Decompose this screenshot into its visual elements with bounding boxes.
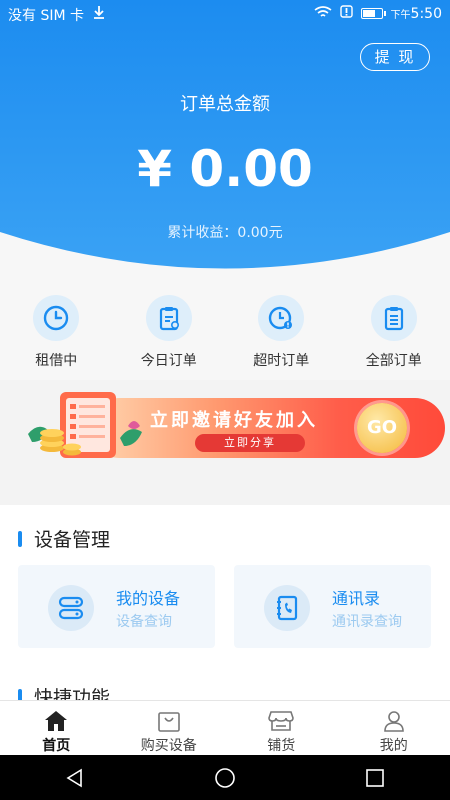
download-icon	[92, 5, 106, 23]
quick-label: 今日订单	[140, 353, 197, 369]
card-subtitle: 设备查询	[116, 614, 172, 630]
shopping-bag-icon	[157, 709, 181, 733]
quick-today-orders[interactable]: 今日订单	[113, 280, 226, 380]
bottom-tab-bar: 首页 购买设备 铺货 我的	[0, 700, 450, 755]
withdraw-button[interactable]: 提 现	[360, 43, 430, 71]
notification-icon	[339, 5, 353, 22]
cumulative-earnings: 累计收益：0.00元	[167, 225, 283, 241]
tab-label: 铺货	[267, 738, 296, 754]
order-quick-actions: 租借中 今日订单 超时订单 全部订单	[0, 280, 450, 380]
user-icon	[383, 709, 405, 733]
device-management-panel: 设备管理 我的设备 设备查询 通讯录 通讯录查询 快捷功能	[0, 505, 450, 709]
tab-label: 首页	[42, 738, 71, 754]
share-now-button[interactable]: 立即分享	[195, 434, 305, 452]
section-title-text: 设备管理	[34, 529, 111, 551]
section-accent-bar	[18, 530, 22, 547]
total-amount-label: 订单总金额	[180, 94, 270, 115]
tab-buy-device[interactable]: 购买设备	[113, 701, 226, 755]
card-subtitle: 通讯录查询	[332, 614, 402, 630]
tab-label: 我的	[379, 738, 408, 754]
card-title: 我的设备	[116, 589, 181, 608]
clipboard-icon	[145, 295, 192, 341]
device-section-title: 设备管理	[18, 525, 110, 552]
quick-label: 超时订单	[253, 353, 310, 369]
home-circle-icon[interactable]	[205, 758, 245, 798]
clock-icon	[33, 295, 80, 341]
back-icon[interactable]	[55, 758, 95, 798]
card-title: 通讯录	[332, 589, 381, 608]
store-icon	[268, 709, 295, 733]
total-amount-value: ¥ 0.00	[137, 140, 313, 198]
battery-icon	[360, 8, 386, 19]
home-icon	[44, 709, 68, 733]
wifi-icon	[314, 5, 332, 22]
system-navigation-bar	[0, 755, 450, 800]
list-clipboard-icon	[370, 295, 417, 341]
banner-title: 立即邀请好友加入	[150, 410, 318, 431]
clock-text: 下午5:50	[390, 5, 442, 22]
tab-distribution[interactable]: 铺货	[225, 701, 338, 755]
tab-home[interactable]: 首页	[0, 701, 113, 755]
quick-label: 租借中	[35, 353, 78, 369]
tab-label: 购买设备	[140, 738, 197, 754]
tab-mine[interactable]: 我的	[338, 701, 450, 755]
status-bar: 没有 SIM 卡 下午5:50	[0, 0, 450, 28]
quick-overtime-orders[interactable]: 超时订单	[225, 280, 338, 380]
invite-illustration-icon	[28, 392, 142, 458]
recent-apps-icon[interactable]	[355, 758, 395, 798]
contacts-card[interactable]: 通讯录 通讯录查询	[234, 565, 431, 648]
contacts-icon	[264, 585, 310, 631]
go-button[interactable]: GO	[357, 403, 407, 453]
invite-friends-banner[interactable]: 立即邀请好友加入 立即分享 GO	[20, 386, 445, 466]
overtime-clock-icon	[258, 295, 305, 341]
quick-label: 全部订单	[365, 353, 422, 369]
carrier-text: 没有 SIM 卡	[8, 8, 84, 24]
header-hero: 没有 SIM 卡 下午5:50 提 现 订单总金额 ¥ 0.00 累计收益：0.…	[0, 0, 450, 280]
device-icon	[48, 585, 94, 631]
quick-all-orders[interactable]: 全部订单	[338, 280, 450, 380]
my-devices-card[interactable]: 我的设备 设备查询	[18, 565, 215, 648]
quick-renting[interactable]: 租借中	[0, 280, 113, 380]
